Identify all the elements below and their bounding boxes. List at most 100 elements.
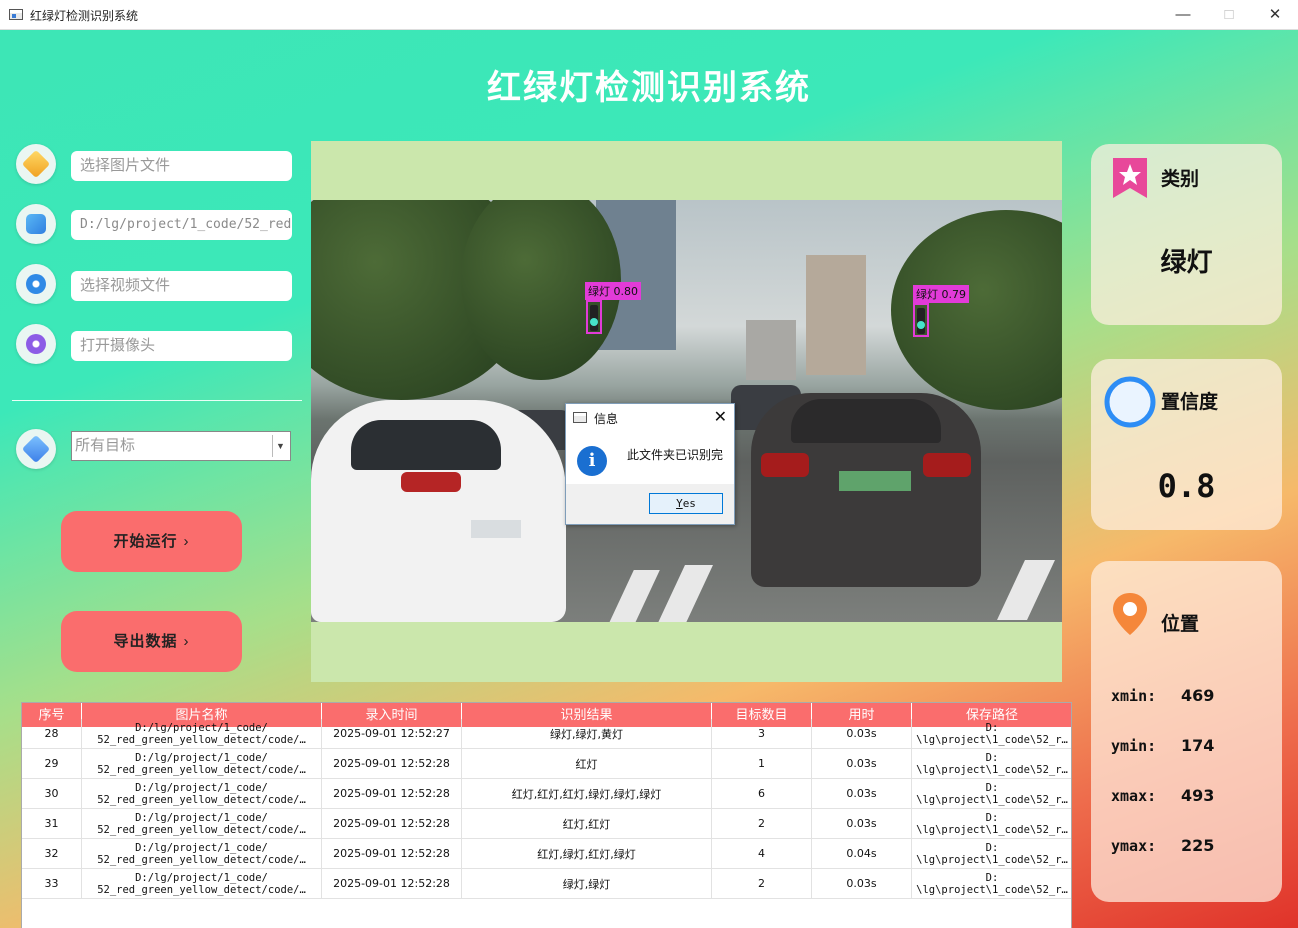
cell-count: 1 xyxy=(712,749,812,778)
video-file-field[interactable]: 选择视频文件 xyxy=(71,271,292,301)
dark-car xyxy=(751,393,981,587)
xmax-value: 493 xyxy=(1181,786,1215,805)
document-icon[interactable] xyxy=(16,204,56,244)
cell-name-line: 52_red_green_yellow_detect/code/… xyxy=(97,823,306,836)
cell-name-line: D:/lg/project/1_code/ xyxy=(135,841,268,854)
dialog-title: 信息 xyxy=(594,412,619,426)
cell-name: D:/lg/project/1_code/52_red_green_yellow… xyxy=(82,749,322,778)
target-select-value: 所有目标 xyxy=(75,437,136,454)
cell-path: D: \lg\project\1_code\52_r… xyxy=(912,779,1071,808)
sidebar-divider xyxy=(12,400,302,401)
window-titlebar: 红绿灯检测识别系统 — □ ✕ xyxy=(0,0,1298,30)
camera-field[interactable]: 打开摄像头 xyxy=(71,331,292,361)
cell-path-line: D: xyxy=(985,841,999,854)
cell-name-line: 52_red_green_yellow_detect/code/… xyxy=(97,853,306,866)
table-row[interactable]: 32 D:/lg/project/1_code/52_red_green_yel… xyxy=(22,839,1071,869)
license-plate xyxy=(839,471,911,491)
main-panel: 红绿灯检测识别系统 选择图片文件 D:/lg/project/1_code/52… xyxy=(0,30,1298,928)
building xyxy=(806,255,866,375)
cell-id: 28 xyxy=(22,719,82,748)
cell-cost: 0.03s xyxy=(812,749,912,778)
minimize-button[interactable]: — xyxy=(1160,0,1206,30)
ymin-label: ymin: xyxy=(1111,737,1157,755)
info-dialog: 信息 ✕ i 此文件夹已识别完 Yes xyxy=(565,403,735,525)
table-row[interactable]: 30 D:/lg/project/1_code/52_red_green_yel… xyxy=(22,779,1071,809)
target-select[interactable]: 所有目标 ▼ xyxy=(71,431,291,461)
cell-path-line: D: xyxy=(985,781,999,794)
cell-id: 30 xyxy=(22,779,82,808)
webcam-icon[interactable] xyxy=(16,324,56,364)
position-card: 位置 xmin: 469 ymin: 174 xmax: 493 ymax: 2… xyxy=(1091,561,1282,902)
cell-name-line: 52_red_green_yellow_detect/code/… xyxy=(97,733,306,746)
ymin-value: 174 xyxy=(1181,736,1215,755)
car-rear-window xyxy=(791,399,941,443)
cell-id: 29 xyxy=(22,749,82,778)
dialog-body: i 此文件夹已识别完 xyxy=(566,432,734,484)
detection-box xyxy=(586,300,602,334)
category-value: 绿灯 xyxy=(1160,247,1213,277)
cell-path: D: \lg\project\1_code\52_r… xyxy=(912,869,1071,898)
cell-path-line: \lg\project\1_code\52_r… xyxy=(916,733,1068,746)
cell-name-line: D:/lg/project/1_code/ xyxy=(135,871,268,884)
cell-name-line: D:/lg/project/1_code/ xyxy=(135,721,268,734)
cell-id: 32 xyxy=(22,839,82,868)
cell-result: 绿灯,绿灯 xyxy=(462,869,712,898)
xmin-row: xmin: 469 xyxy=(1111,686,1214,705)
table-body: 28 D:/lg/project/1_code/52_red_green_yel… xyxy=(22,719,1071,899)
cell-count: 6 xyxy=(712,779,812,808)
location-pin-icon xyxy=(1113,593,1147,635)
layers-icon[interactable] xyxy=(16,144,56,184)
cell-path: D: \lg\project\1_code\52_r… xyxy=(912,839,1071,868)
cell-id: 31 xyxy=(22,809,82,838)
confidence-card: 置信度 0.8 xyxy=(1091,359,1282,530)
cell-time: 2025-09-01 12:52:28 xyxy=(322,869,462,898)
chevron-right-icon: › xyxy=(183,633,190,650)
cell-time: 2025-09-01 12:52:28 xyxy=(322,749,462,778)
category-title: 类别 xyxy=(1161,169,1200,190)
cell-cost: 0.03s xyxy=(812,869,912,898)
yes-button[interactable]: Yes xyxy=(649,493,723,514)
confidence-value: 0.8 xyxy=(1157,467,1216,505)
cell-name-line: 52_red_green_yellow_detect/code/… xyxy=(97,763,306,776)
crosswalk-stripe xyxy=(657,565,713,622)
cell-path: D: \lg\project\1_code\52_r… xyxy=(912,749,1071,778)
ymax-label: ymax: xyxy=(1111,837,1157,855)
yes-button-mnemonic: Y xyxy=(676,497,683,510)
maximize-button[interactable]: □ xyxy=(1206,0,1252,30)
folder-path-field[interactable]: D:/lg/project/1_code/52_red xyxy=(71,210,292,240)
position-title: 位置 xyxy=(1161,614,1200,635)
cell-name: D:/lg/project/1_code/52_red_green_yellow… xyxy=(82,779,322,808)
cell-result: 红灯,红灯 xyxy=(462,809,712,838)
bookmark-star-icon xyxy=(1113,158,1147,198)
table-row[interactable]: 29 D:/lg/project/1_code/52_red_green_yel… xyxy=(22,749,1071,779)
table-row[interactable]: 31 D:/lg/project/1_code/52_red_green_yel… xyxy=(22,809,1071,839)
export-button[interactable]: 导出数据 › xyxy=(61,611,242,672)
chevron-down-icon[interactable]: ▼ xyxy=(272,435,288,457)
cell-path: D: \lg\project\1_code\52_r… xyxy=(912,719,1071,748)
start-button-label: 开始运行 xyxy=(113,533,178,550)
dialog-close-button[interactable]: ✕ xyxy=(714,407,727,427)
cell-name: D:/lg/project/1_code/52_red_green_yellow… xyxy=(82,839,322,868)
cell-path-line: D: xyxy=(985,721,999,734)
car-tail-light xyxy=(401,472,461,492)
confidence-title: 置信度 xyxy=(1161,392,1219,413)
cell-path-line: \lg\project\1_code\52_r… xyxy=(916,853,1068,866)
table-row[interactable]: 28 D:/lg/project/1_code/52_red_green_yel… xyxy=(22,719,1071,749)
cell-time: 2025-09-01 12:52:28 xyxy=(322,779,462,808)
cell-name-line: D:/lg/project/1_code/ xyxy=(135,811,268,824)
start-button[interactable]: 开始运行 › xyxy=(61,511,242,572)
cell-path-line: \lg\project\1_code\52_r… xyxy=(916,883,1068,896)
cell-time: 2025-09-01 12:52:27 xyxy=(322,719,462,748)
close-button[interactable]: ✕ xyxy=(1252,0,1298,30)
film-reel-icon[interactable] xyxy=(16,264,56,304)
building xyxy=(746,320,796,380)
cell-cost: 0.03s xyxy=(812,809,912,838)
cell-path-line: \lg\project\1_code\52_r… xyxy=(916,793,1068,806)
xmin-value: 469 xyxy=(1181,686,1215,705)
results-table[interactable]: 序号 图片名称 录入时间 识别结果 目标数目 用时 保存路径 28 D:/lg/… xyxy=(21,702,1072,928)
ring-icon xyxy=(1104,376,1156,428)
green-lamp xyxy=(590,318,598,326)
table-row[interactable]: 33 D:/lg/project/1_code/52_red_green_yel… xyxy=(22,869,1071,899)
cell-name-line: D:/lg/project/1_code/ xyxy=(135,751,268,764)
image-file-field[interactable]: 选择图片文件 xyxy=(71,151,292,181)
